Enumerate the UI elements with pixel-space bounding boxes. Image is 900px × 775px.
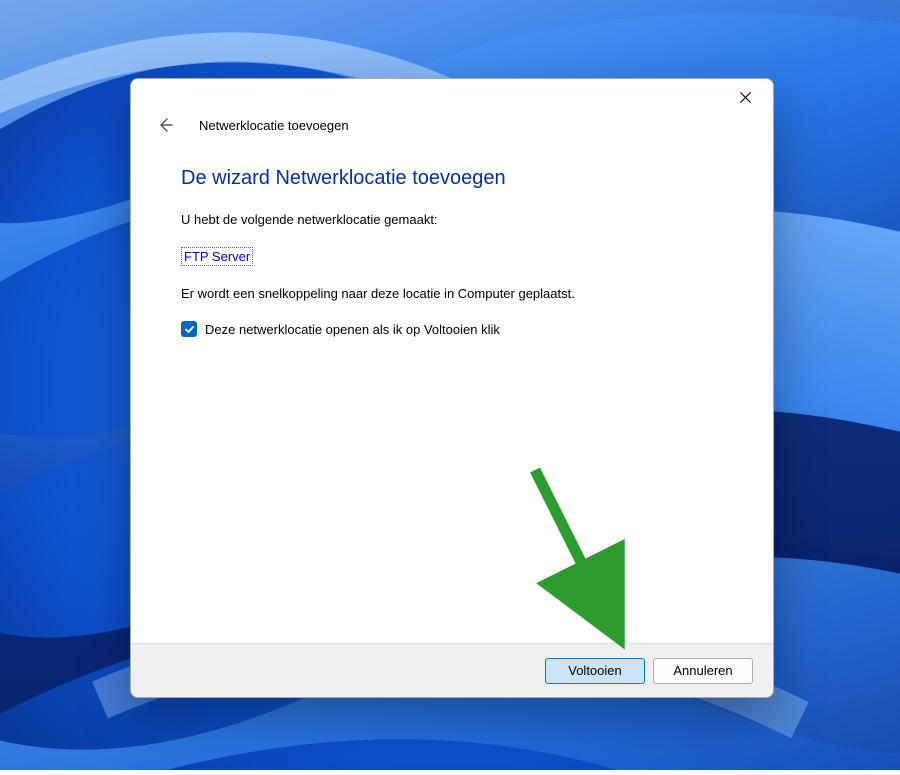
- cancel-button[interactable]: Annuleren: [653, 658, 753, 684]
- open-after-finish-checkbox[interactable]: [181, 321, 197, 337]
- open-after-finish-checkbox-row: Deze netwerklocatie openen als ik op Vol…: [181, 321, 723, 337]
- dialog-title: Netwerklocatie toevoegen: [199, 118, 349, 133]
- back-arrow-icon: [157, 117, 173, 133]
- dialog-footer: Voltooien Annuleren: [131, 643, 773, 697]
- close-button[interactable]: [725, 82, 765, 112]
- dialog-body: De wizard Netwerklocatie toevoegen U heb…: [131, 149, 773, 643]
- location-link[interactable]: FTP Server: [181, 247, 253, 266]
- intro-text: U hebt de volgende netwerklocatie gemaak…: [181, 212, 723, 227]
- wizard-dialog: Netwerklocatie toevoegen De wizard Netwe…: [130, 78, 774, 698]
- back-button[interactable]: [151, 111, 179, 139]
- close-icon: [740, 92, 751, 103]
- dialog-titlebar: [131, 79, 773, 115]
- dialog-header: Netwerklocatie toevoegen: [131, 111, 773, 149]
- finish-button[interactable]: Voltooien: [545, 658, 645, 684]
- wizard-heading: De wizard Netwerklocatie toevoegen: [181, 167, 723, 190]
- checkmark-icon: [184, 324, 195, 335]
- shortcut-text: Er wordt een snelkoppeling naar deze loc…: [181, 286, 723, 301]
- checkbox-label: Deze netwerklocatie openen als ik op Vol…: [205, 322, 500, 337]
